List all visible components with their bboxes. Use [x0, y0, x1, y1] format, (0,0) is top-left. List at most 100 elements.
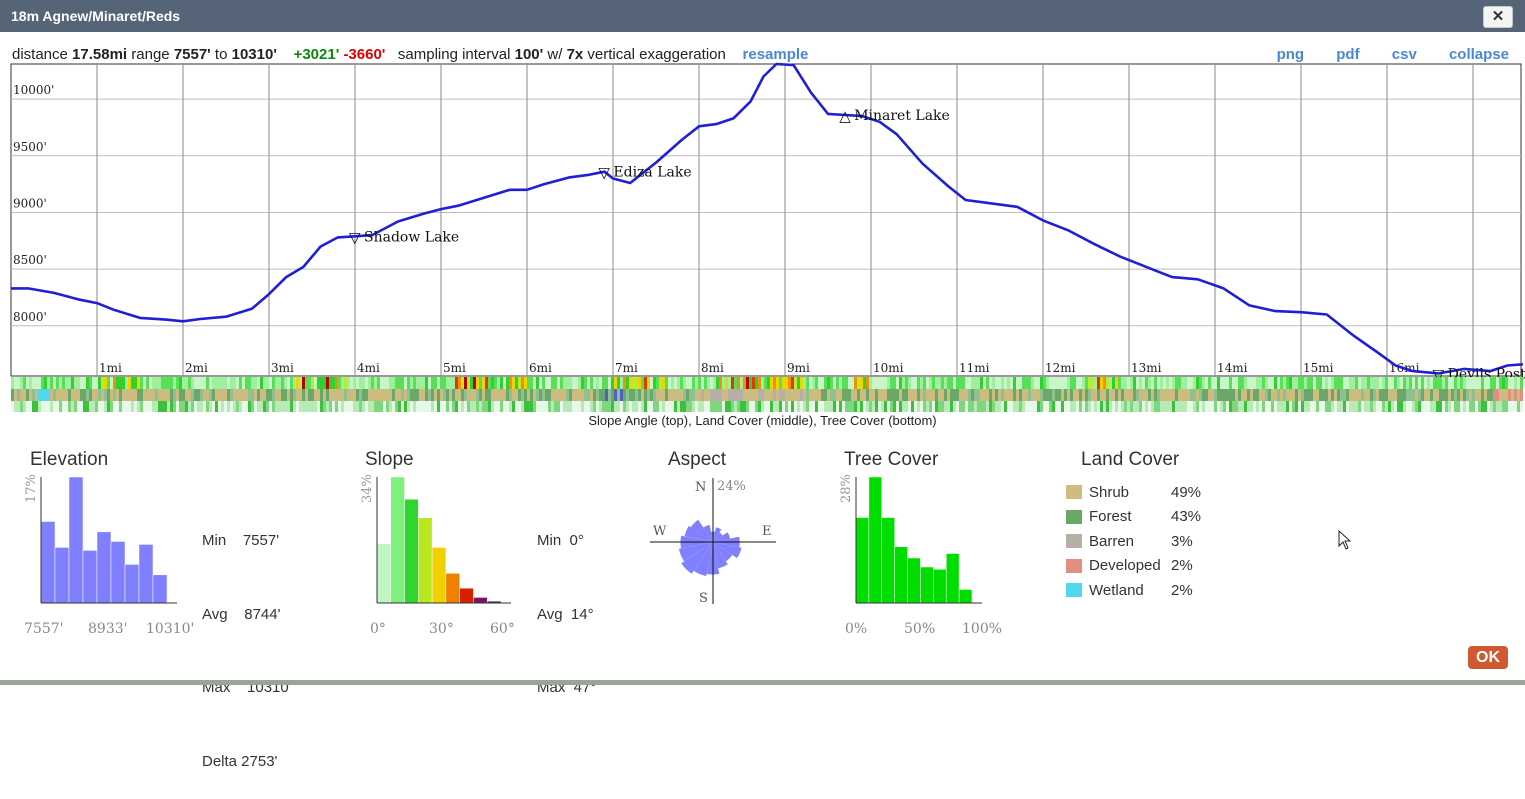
slope-band-cell: [638, 377, 641, 389]
land-cover-band-cell: [566, 389, 569, 401]
tree-cover-band-cell: [110, 401, 113, 412]
land-cover-band-cell: [743, 389, 746, 401]
slope-band-cell: [1256, 377, 1259, 389]
tree-cover-band-cell: [761, 401, 764, 412]
tree-cover-band-cell: [332, 401, 335, 412]
slope-hist-bar: [376, 543, 392, 604]
land-cover-band-cell: [485, 389, 488, 401]
tree-cover-band-cell: [614, 401, 617, 412]
land-cover-band-cell: [1283, 389, 1286, 401]
tree-cover-band-cell: [65, 401, 68, 412]
slope-band-cell: [755, 377, 758, 389]
slope-band-cell: [398, 377, 401, 389]
land-cover-band-cell: [989, 389, 992, 401]
slope-band-cell: [1262, 377, 1265, 389]
tree-cover-band-cell: [872, 401, 875, 412]
land-cover-band-cell: [608, 389, 611, 401]
tree-cover-band-cell: [1406, 401, 1409, 412]
land-cover-band-cell: [560, 389, 563, 401]
tree-cover-band-cell: [1388, 401, 1391, 412]
land-cover-band-cell: [1409, 389, 1412, 401]
tree-cover-band-cell: [647, 401, 650, 412]
slope-band-cell: [1127, 377, 1130, 389]
land-cover-band-cell: [1001, 389, 1004, 401]
y-tick-label: 8000': [13, 310, 47, 324]
tree-cover-band-cell: [1121, 401, 1124, 412]
land-cover-band-cell: [59, 389, 62, 401]
land-cover-band-cell: [1031, 389, 1034, 401]
land-cover-band-cell: [620, 389, 623, 401]
tree-cover-band-cell: [1130, 401, 1133, 412]
slope-band-cell: [842, 377, 845, 389]
slope-band-cell: [272, 377, 275, 389]
land-cover-band-cell: [1415, 389, 1418, 401]
tree-cover-band-cell: [368, 401, 371, 412]
land-cover-band-cell: [77, 389, 80, 401]
slope-band-cell: [452, 377, 455, 389]
x-tick-label: 1mi: [99, 361, 122, 375]
slope-band-cell: [293, 377, 296, 389]
tree-cover-band-cell: [260, 401, 263, 412]
tree-cover-band-cell: [1451, 401, 1454, 412]
tree-cover-band-cell: [443, 401, 446, 412]
tree-cover-band-cell: [1142, 401, 1145, 412]
slope-band-cell: [341, 377, 344, 389]
land-cover-band-cell: [980, 389, 983, 401]
slope-band-cell: [941, 377, 944, 389]
slope-band-cell: [686, 377, 689, 389]
ok-button[interactable]: OK: [1468, 646, 1508, 669]
tree-cover-band-cell: [917, 401, 920, 412]
tree-cover-band-cell: [536, 401, 539, 412]
slope-band-cell: [1166, 377, 1169, 389]
slope-band-cell: [410, 377, 413, 389]
slope-band-cell: [185, 377, 188, 389]
slope-band-cell: [1142, 377, 1145, 389]
land-cover-band-cell: [1520, 389, 1523, 401]
land-cover-band-cell: [1385, 389, 1388, 401]
tree-cover-band-cell: [1049, 401, 1052, 412]
land-cover-band-cell: [272, 389, 275, 401]
land-cover-band-cell: [494, 389, 497, 401]
tree-cover-band-cell: [221, 401, 224, 412]
tree-cover-band-cell: [1016, 401, 1019, 412]
slope-band-cell: [1400, 377, 1403, 389]
land-cover-band-cell: [1496, 389, 1499, 401]
land-cover-band-cell: [1247, 389, 1250, 401]
land-cover-band-cell: [278, 389, 281, 401]
tree-cover-band-cell: [1346, 401, 1349, 412]
slope-band-cell: [179, 377, 182, 389]
tree-cover-band-cell: [665, 401, 668, 412]
land-cover-band-cell: [899, 389, 902, 401]
land-cover-band-cell: [1079, 389, 1082, 401]
slope-band-cell: [1397, 377, 1400, 389]
land-cover-band-cell: [1241, 389, 1244, 401]
slope-band-cell: [839, 377, 842, 389]
tree-cover-band-cell: [1313, 401, 1316, 412]
land-cover-band-cell: [401, 389, 404, 401]
slope-band-cell: [1115, 377, 1118, 389]
tree-cover-title: Tree Cover: [844, 449, 939, 470]
land-cover-band-cell: [1388, 389, 1391, 401]
slope-band-cell: [383, 377, 386, 389]
slope-band-cell: [128, 377, 131, 389]
tree-cover-band-cell: [1454, 401, 1457, 412]
tree-cover-band-cell: [116, 401, 119, 412]
tree-cover-band-cell: [1004, 401, 1007, 412]
tree-cover-band-cell: [1052, 401, 1055, 412]
land-cover-band-cell: [644, 389, 647, 401]
tree-cover-band-cell: [755, 401, 758, 412]
slope-band-cell: [260, 377, 263, 389]
land-cover-band-cell: [1172, 389, 1175, 401]
tree-cover-band-cell: [125, 401, 128, 412]
land-cover-band-cell: [956, 389, 959, 401]
tree-cover-band-cell: [1409, 401, 1412, 412]
land-cover-band-cell: [1145, 389, 1148, 401]
x-tick-label: 8mi: [701, 361, 724, 375]
slope-band-cell: [1037, 377, 1040, 389]
land-cover-band-cell: [1271, 389, 1274, 401]
aspect-petal: [690, 519, 713, 542]
slope-band-cell: [605, 377, 608, 389]
slope-band-cell: [758, 377, 761, 389]
land-cover-band-cell: [929, 389, 932, 401]
land-cover-band-cell: [863, 389, 866, 401]
